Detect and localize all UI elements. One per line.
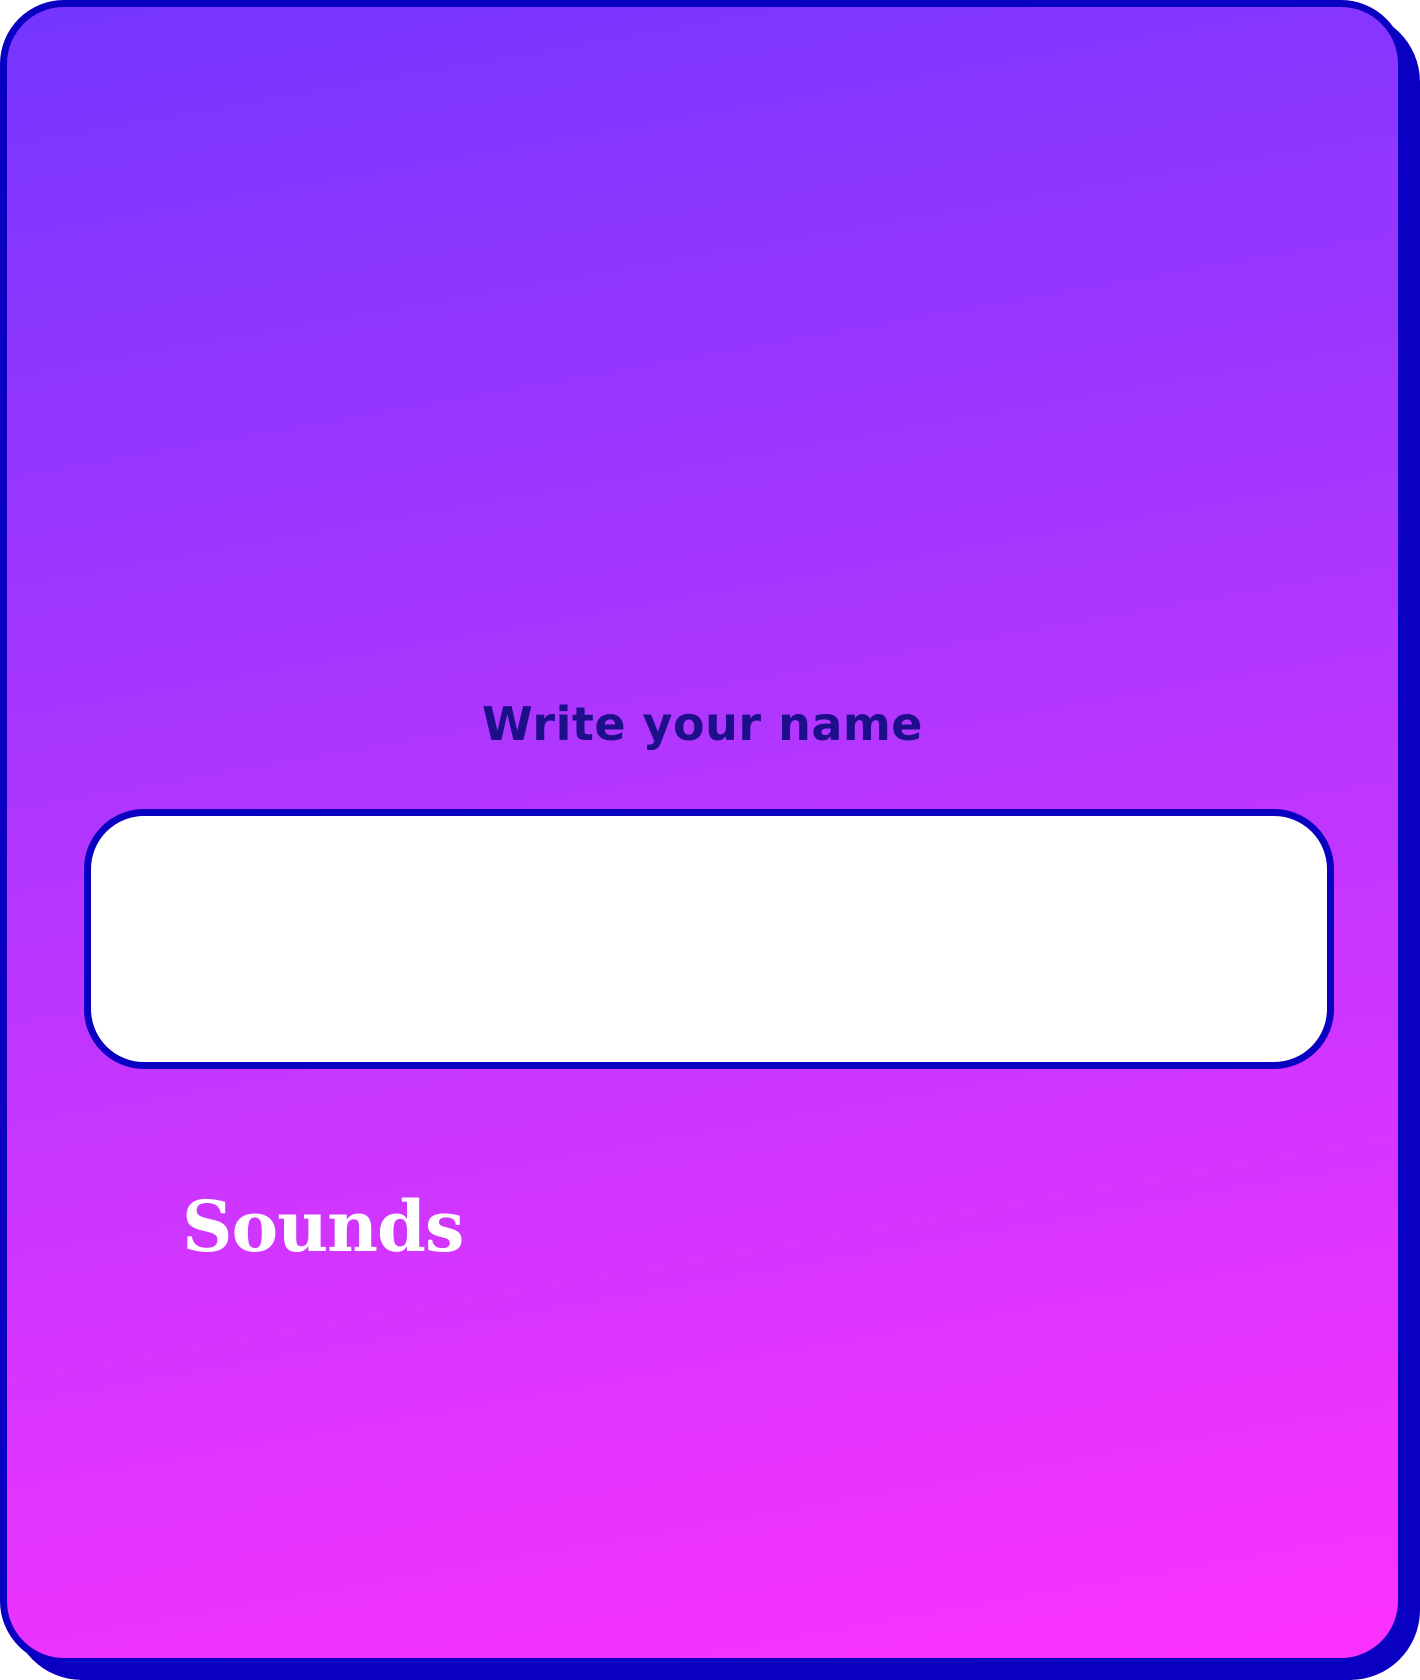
- name-input[interactable]: [84, 809, 1334, 1069]
- name-prompt-label: Write your name: [481, 697, 924, 751]
- name-entry-card: Write your name Sounds: [0, 0, 1405, 1665]
- sounds-toggle[interactable]: Sounds: [182, 1185, 464, 1268]
